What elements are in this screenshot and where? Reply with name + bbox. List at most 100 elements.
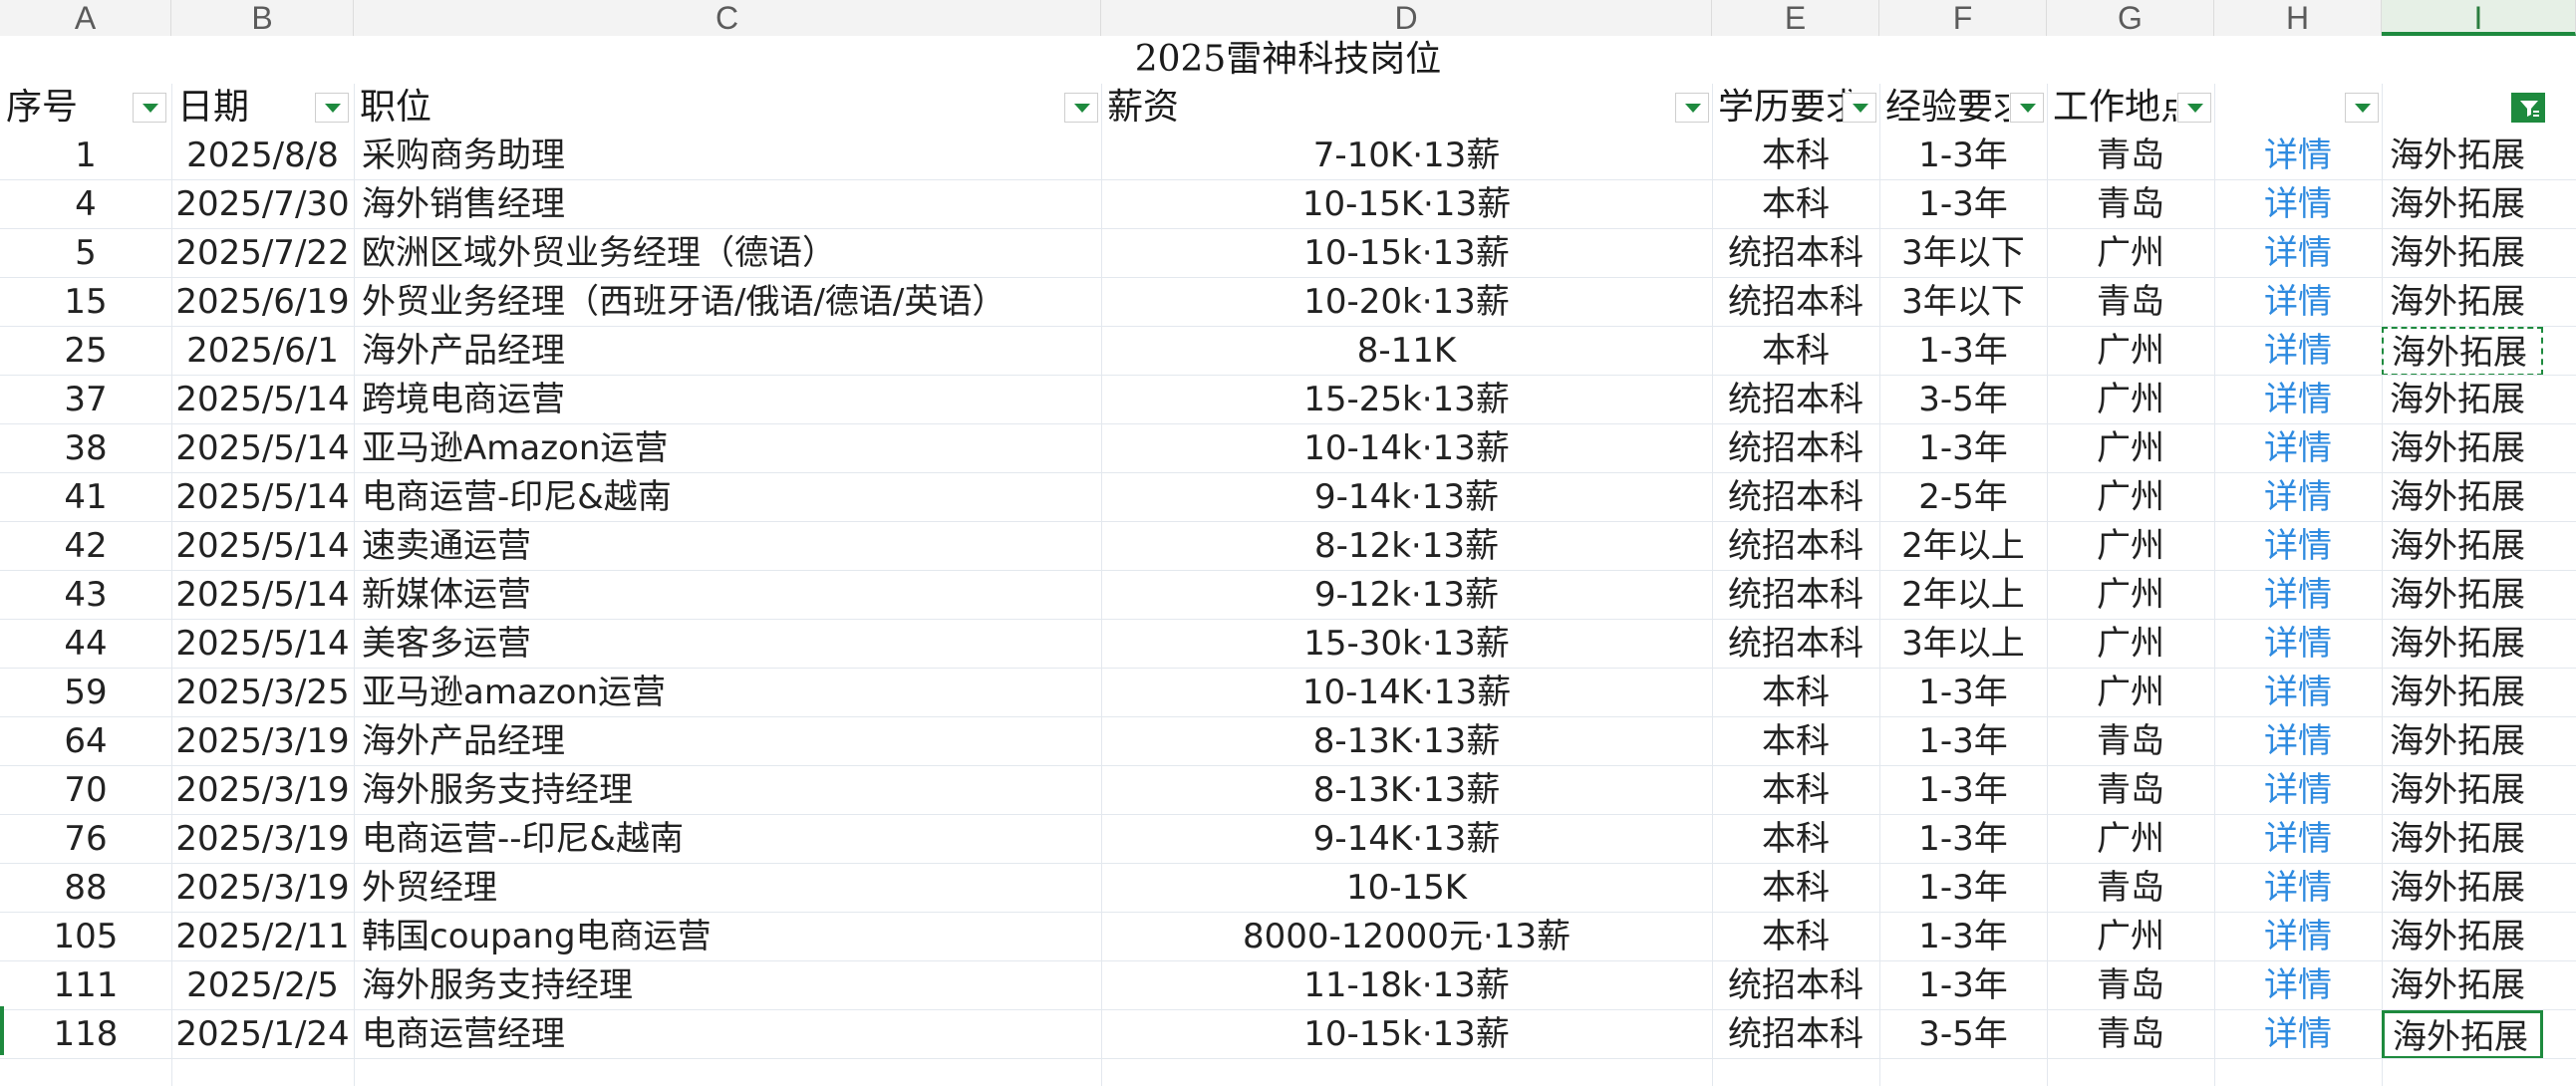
header-cell-position[interactable]: 职位: [354, 84, 1101, 132]
cell-date[interactable]: 2025/3/19: [171, 766, 354, 815]
cell-no[interactable]: 44: [0, 620, 171, 669]
column-header-e[interactable]: E: [1712, 0, 1879, 36]
cell-date[interactable]: 2025/6/19: [171, 278, 354, 327]
cell-location[interactable]: 广州: [2047, 522, 2214, 571]
cell-department[interactable]: 海外拓展: [2382, 815, 2543, 864]
header-cell-i[interactable]: [2382, 84, 2576, 132]
cell-date[interactable]: 2025/3/19: [171, 717, 354, 766]
cell-position[interactable]: 外贸经理: [354, 864, 1101, 913]
filter-dropdown-button[interactable]: [2345, 93, 2379, 123]
cell-position[interactable]: 海外销售经理: [354, 180, 1101, 229]
cell-date[interactable]: 2025/5/14: [171, 522, 354, 571]
cell-no[interactable]: 76: [0, 815, 171, 864]
cell-date[interactable]: 2025/3/19: [171, 864, 354, 913]
cell-department[interactable]: 海外拓展: [2382, 620, 2543, 669]
cell-position[interactable]: 欧洲区域外贸业务经理（德语）: [354, 229, 1101, 278]
cell-department[interactable]: 海外拓展: [2382, 913, 2543, 961]
cell-location[interactable]: 广州: [2047, 815, 2214, 864]
cell-date[interactable]: 2025/6/1: [171, 327, 354, 376]
cell-position[interactable]: 电商运营--印尼&越南: [354, 815, 1101, 864]
cell-department[interactable]: 海外拓展: [2382, 864, 2543, 913]
cell-date[interactable]: 2025/5/14: [171, 620, 354, 669]
cell-no[interactable]: 88: [0, 864, 171, 913]
cell-location[interactable]: 广州: [2047, 913, 2214, 961]
cell-salary[interactable]: 9-14k·13薪: [1101, 473, 1712, 522]
cell-salary[interactable]: 8-11K: [1101, 327, 1712, 376]
cell-department[interactable]: 海外拓展: [2382, 473, 2543, 522]
cell-position[interactable]: 电商运营-印尼&越南: [354, 473, 1101, 522]
header-cell-education[interactable]: 学历要求: [1712, 84, 1852, 132]
cell-education[interactable]: 本科: [1712, 766, 1879, 815]
cell-experience[interactable]: 1-3年: [1879, 864, 2047, 913]
cell-no[interactable]: 1: [0, 132, 171, 180]
cell-no[interactable]: 59: [0, 669, 171, 717]
cell-date[interactable]: 2025/3/19: [171, 815, 354, 864]
cell-no[interactable]: 41: [0, 473, 171, 522]
detail-link[interactable]: 详情: [2214, 376, 2382, 424]
cell-date[interactable]: 2025/5/14: [171, 571, 354, 620]
cell-salary[interactable]: 10-14K·13薪: [1101, 669, 1712, 717]
cell-department[interactable]: 海外拓展: [2382, 180, 2543, 229]
cell-department[interactable]: 海外拓展: [2382, 571, 2543, 620]
cell-experience[interactable]: 3-5年: [1879, 1010, 2047, 1059]
cell-salary[interactable]: 8000-12000元·13薪: [1101, 913, 1712, 961]
cell-experience[interactable]: 1-3年: [1879, 913, 2047, 961]
cell-department[interactable]: 海外拓展: [2382, 522, 2543, 571]
cell-position[interactable]: 跨境电商运营: [354, 376, 1101, 424]
cell-experience[interactable]: 1-3年: [1879, 815, 2047, 864]
cell-no[interactable]: 42: [0, 522, 171, 571]
cell-location[interactable]: 广州: [2047, 376, 2214, 424]
cell-position[interactable]: 电商运营经理: [354, 1010, 1101, 1059]
cell-experience[interactable]: 3年以下: [1879, 229, 2047, 278]
cell-location[interactable]: 青岛: [2047, 180, 2214, 229]
detail-link[interactable]: 详情: [2214, 180, 2382, 229]
cell-position[interactable]: 亚马逊Amazon运营: [354, 424, 1101, 473]
detail-link[interactable]: 详情: [2214, 815, 2382, 864]
cell-experience[interactable]: 1-3年: [1879, 766, 2047, 815]
cell-no[interactable]: 111: [0, 961, 171, 1010]
cell-position[interactable]: 美客多运营: [354, 620, 1101, 669]
cell-position[interactable]: 速卖通运营: [354, 522, 1101, 571]
cell-no[interactable]: 38: [0, 424, 171, 473]
cell-location[interactable]: 青岛: [2047, 278, 2214, 327]
detail-link[interactable]: 详情: [2214, 961, 2382, 1010]
cell-education[interactable]: 统招本科: [1712, 278, 1879, 327]
cell-position[interactable]: 海外产品经理: [354, 717, 1101, 766]
cell-no[interactable]: 37: [0, 376, 171, 424]
cell-date[interactable]: 2025/2/11: [171, 913, 354, 961]
filter-dropdown-button[interactable]: [133, 93, 166, 123]
header-cell-salary[interactable]: 薪资: [1101, 84, 1712, 132]
cell-location[interactable]: 广州: [2047, 229, 2214, 278]
cell-education[interactable]: 本科: [1712, 669, 1879, 717]
cell-salary[interactable]: 11-18k·13薪: [1101, 961, 1712, 1010]
cell-salary[interactable]: 10-15K·13薪: [1101, 180, 1712, 229]
cell-date[interactable]: 2025/7/22: [171, 229, 354, 278]
cell-education[interactable]: 本科: [1712, 327, 1879, 376]
cell-date[interactable]: 2025/5/14: [171, 376, 354, 424]
cell-experience[interactable]: 3-5年: [1879, 376, 2047, 424]
cell-date[interactable]: 2025/2/5: [171, 961, 354, 1010]
sheet-title[interactable]: 2025雷神科技岗位: [0, 36, 2576, 84]
column-header-f[interactable]: F: [1879, 0, 2047, 36]
cell-experience[interactable]: 1-3年: [1879, 132, 2047, 180]
cell-experience[interactable]: 3年以下: [1879, 278, 2047, 327]
detail-link[interactable]: 详情: [2214, 913, 2382, 961]
cell-experience[interactable]: 1-3年: [1879, 717, 2047, 766]
cell-position[interactable]: 亚马逊amazon运营: [354, 669, 1101, 717]
detail-link[interactable]: 详情: [2214, 669, 2382, 717]
detail-link[interactable]: 详情: [2214, 717, 2382, 766]
cell-department[interactable]: 海外拓展: [2382, 132, 2543, 180]
cell-location[interactable]: 广州: [2047, 327, 2214, 376]
cell-experience[interactable]: 3年以上: [1879, 620, 2047, 669]
detail-link[interactable]: 详情: [2214, 864, 2382, 913]
cell-department[interactable]: 海外拓展: [2382, 669, 2543, 717]
cell-department[interactable]: 海外拓展: [2382, 278, 2543, 327]
cell-no[interactable]: 4: [0, 180, 171, 229]
cell-education[interactable]: 统招本科: [1712, 424, 1879, 473]
cell-salary[interactable]: 9-12k·13薪: [1101, 571, 1712, 620]
cell-location[interactable]: 广州: [2047, 571, 2214, 620]
cell-salary[interactable]: 10-20k·13薪: [1101, 278, 1712, 327]
cell-location[interactable]: 青岛: [2047, 766, 2214, 815]
cell-no[interactable]: 105: [0, 913, 171, 961]
cell-location[interactable]: 青岛: [2047, 961, 2214, 1010]
